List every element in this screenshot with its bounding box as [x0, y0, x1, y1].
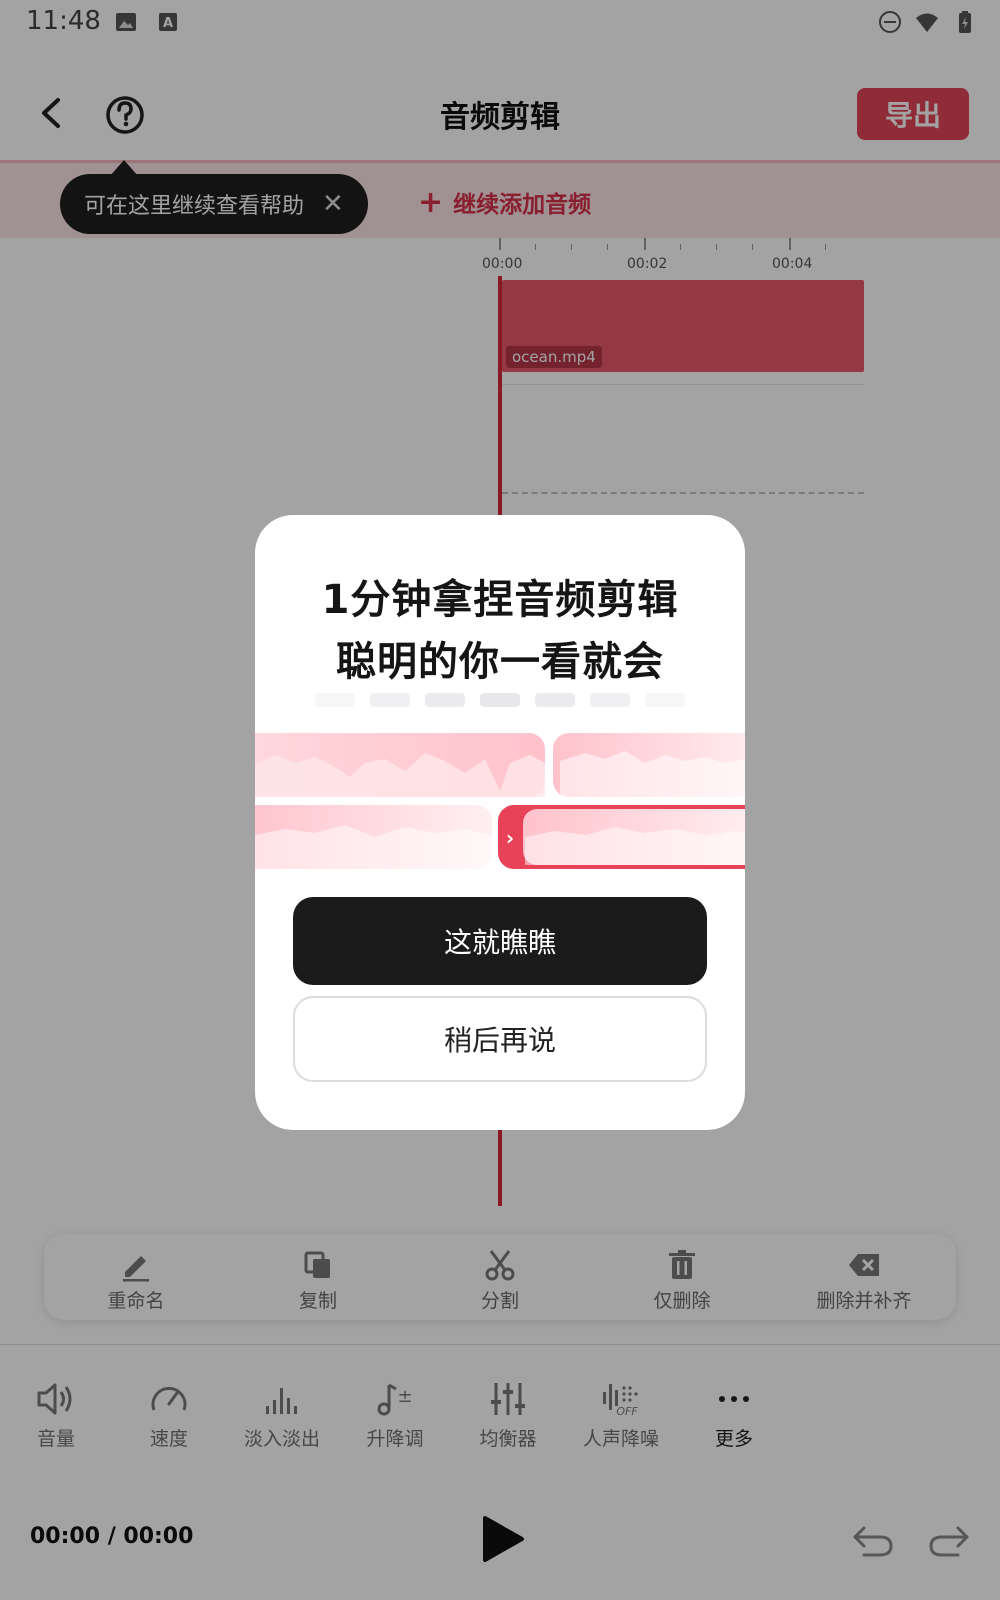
view-now-button[interactable]: 这就瞧瞧 — [293, 897, 707, 985]
modal-title-line1: 1分钟拿捏音频剪辑 — [321, 577, 679, 623]
tutorial-modal: 1分钟拿捏音频剪辑 聪明的你一看就会 › 这就瞧瞧 稍后再说 — [255, 515, 745, 1130]
later-button[interactable]: 稍后再说 — [293, 996, 707, 1082]
waveform-illustration: › — [255, 733, 745, 869]
decorative-dots — [315, 693, 695, 707]
modal-title-line2: 聪明的你一看就会 — [336, 639, 664, 685]
svg-text:›: › — [506, 826, 514, 850]
